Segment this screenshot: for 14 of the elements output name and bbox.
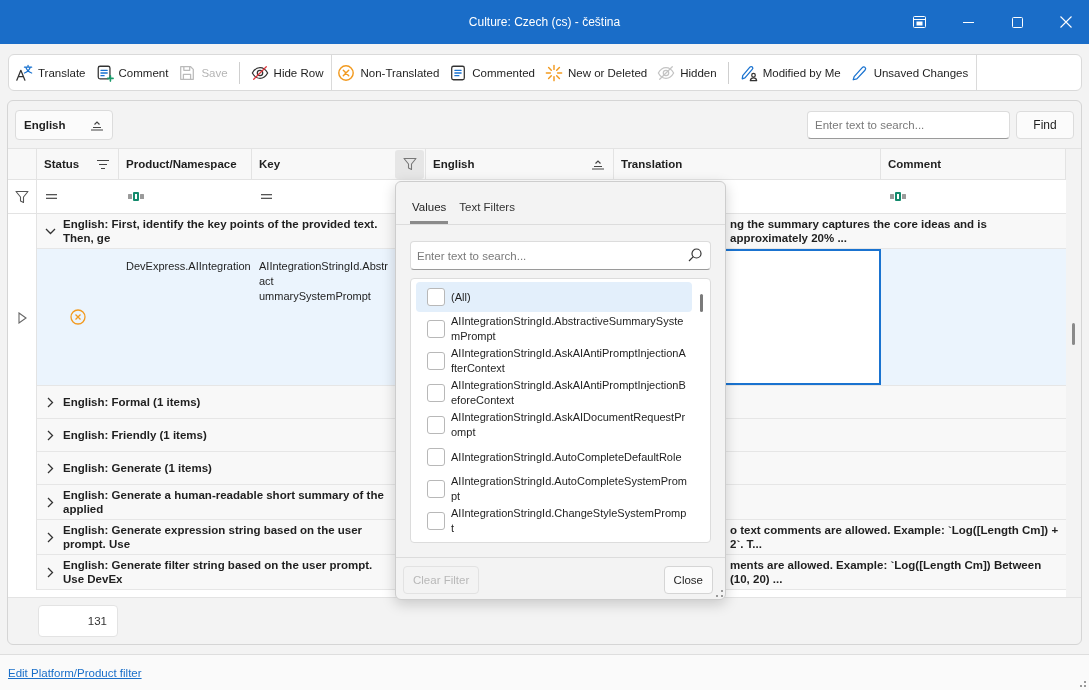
group-row-text: ments are allowed. Example: `Log([Length Cm]) Between (10, 20) ...	[730, 558, 1043, 586]
group-row-text: English: First, identify the key points of the provided text. Then, ge	[63, 217, 379, 245]
table-cell: DevExpress.AIIntegration	[126, 259, 251, 274]
group-row-text: o text comments are allowed. Example: `Log([Length Cm]) + 2`. T...	[730, 523, 1060, 551]
group-row-text: English: Generate filter string based on the user prompt. Use DevEx	[63, 558, 374, 586]
window-title: Culture: Czech (cs) - čeština	[468, 15, 621, 29]
group-row-text: English: Generate expression string based on the user prompt. Use	[63, 523, 364, 551]
group-row-text: English: Friendly (1 items)	[63, 428, 208, 442]
row-count-summary: 131	[38, 605, 118, 637]
group-row-text: English: Generate a human-readable short summary of the applied	[63, 488, 385, 516]
table-cell-text: AIIntegrationStringId.Abstract ummarySystemPrompt	[259, 259, 389, 304]
group-row-text: ng the summary captures the core ideas and is approximately 20% ...	[730, 217, 988, 245]
group-row-text: English: Generate (1 items)	[63, 461, 213, 475]
group-row-text: English: Formal (1 items)	[63, 395, 202, 409]
